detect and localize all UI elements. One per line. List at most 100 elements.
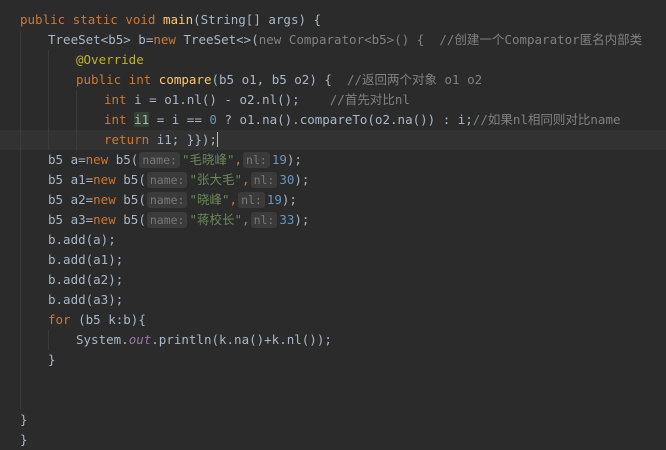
- code-line-current[interactable]: return i1; }});: [0, 130, 666, 150]
- code-text: );: [286, 152, 302, 167]
- code-text: b.add(a2);: [48, 272, 124, 287]
- annotation: @Override: [76, 52, 144, 67]
- code-line[interactable]: }: [0, 430, 666, 450]
- number-literal: 30: [279, 172, 295, 187]
- keyword: new: [153, 32, 184, 47]
- number-literal: 19: [266, 192, 282, 207]
- code-line[interactable]: System.out.println(k.na()+k.nl());: [0, 330, 666, 350]
- comment: //如果nl相同则对比name: [472, 112, 621, 127]
- string-literal: "张大毛": [189, 172, 243, 187]
- indent-guide: [48, 50, 49, 70]
- parameter-hint: name:: [146, 212, 188, 228]
- indent-guide: [76, 130, 77, 150]
- code-line[interactable]: b5 a3=new b5(name: "蒋校长", nl: 33);: [0, 210, 666, 230]
- code-line[interactable]: [0, 370, 666, 390]
- indent-guide: [48, 70, 49, 90]
- code-text: b5(: [123, 192, 146, 207]
- method-name: main: [163, 12, 194, 27]
- code-line[interactable]: b5 a1=new b5(name: "张大毛", nl: 30);: [0, 170, 666, 190]
- indent-guide: [76, 90, 77, 110]
- code-text: b5(: [123, 172, 146, 187]
- indent-guide: [48, 330, 49, 350]
- keyword: new: [93, 192, 124, 207]
- code-text: = i ==: [149, 112, 210, 127]
- indent-guide: [20, 170, 21, 190]
- code-line[interactable]: b.add(a1);: [0, 250, 666, 270]
- comma: ,: [234, 152, 243, 167]
- code-line[interactable]: }: [0, 350, 666, 370]
- code-text: System.: [76, 332, 129, 347]
- code-line[interactable]: b.add(a3);: [0, 290, 666, 310]
- parameter-hint: nl:: [238, 192, 265, 208]
- string-literal: "蒋校长": [189, 212, 243, 227]
- text-caret: [216, 132, 218, 147]
- keyword: int: [104, 92, 135, 107]
- code-text: }: [20, 412, 28, 427]
- code-line[interactable]: for (b5 k:b){: [0, 310, 666, 330]
- indent-guide: [20, 330, 21, 350]
- code-line[interactable]: b.add(a2);: [0, 270, 666, 290]
- parameter-hint: name:: [139, 152, 180, 168]
- keyword: public int: [76, 72, 159, 87]
- code-line[interactable]: [0, 390, 666, 410]
- folded-code[interactable]: new Comparator<b5>() {: [259, 32, 425, 47]
- indent-guide: [20, 350, 21, 370]
- number-literal: 19: [271, 152, 287, 167]
- indent-guide: [20, 90, 21, 110]
- number-literal: 33: [279, 212, 295, 227]
- comma: ,: [242, 172, 250, 187]
- highlighted-identifier[interactable]: i1: [134, 112, 150, 127]
- code-line[interactable]: TreeSet<b5> b=new TreeSet<>(new Comparat…: [0, 30, 666, 50]
- keyword: return: [104, 132, 157, 147]
- parameter-hint: name:: [146, 192, 188, 208]
- comma: ,: [242, 212, 250, 227]
- indent-guide: [20, 370, 21, 390]
- code-text: b5(: [115, 152, 139, 167]
- code-line[interactable]: @Override: [0, 50, 666, 70]
- indent-guide: [20, 390, 21, 410]
- keyword: for: [48, 312, 79, 327]
- keyword: public static void: [20, 12, 163, 27]
- comment: //返回两个对象 o1 o2: [346, 72, 483, 87]
- code-line[interactable]: int i = o1.nl() - o2.nl(); //首先对比nl: [0, 90, 666, 110]
- indent-guide: [76, 110, 77, 130]
- keyword: new: [85, 152, 116, 167]
- indent-guide: [20, 110, 21, 130]
- code-text: (b5 k:b){: [78, 312, 146, 327]
- indent-guide: [20, 190, 21, 210]
- method-name: compare: [158, 72, 212, 87]
- string-literal: "晓峰": [189, 192, 230, 207]
- static-field: out: [128, 332, 152, 347]
- code-text: );: [294, 172, 310, 187]
- code-editor[interactable]: public static void main(String[] args) {…: [0, 0, 666, 447]
- code-text: TreeSet<b5> b=: [48, 32, 154, 47]
- code-line[interactable]: b.add(a);: [0, 230, 666, 250]
- code-text: (String[] args) {: [193, 12, 322, 27]
- code-text: }: [48, 352, 56, 367]
- indent-guide: [20, 50, 21, 70]
- indent-guide: [20, 130, 21, 150]
- parameter-hint: name:: [146, 172, 188, 188]
- indent-guide: [20, 210, 21, 230]
- code-line[interactable]: int i1 = i == 0 ? o1.na().compareTo(o2.n…: [0, 110, 666, 130]
- code-line[interactable]: public int compare(b5 o1, b5 o2) { //返回两…: [0, 70, 666, 90]
- indent-guide: [48, 110, 49, 130]
- code-text: ? o1.na().compareTo(o2.na()) : i;: [216, 112, 473, 127]
- code-text: b5 a=: [48, 152, 86, 167]
- code-text: (b5 o1, b5 o2) {: [211, 72, 347, 87]
- string-literal: "毛晓峰": [181, 152, 235, 167]
- code-line[interactable]: b5 a2=new b5(name: "晓峰", nl: 19);: [0, 190, 666, 210]
- indent-guide: [20, 70, 21, 90]
- keyword: new: [93, 172, 124, 187]
- code-line[interactable]: public static void main(String[] args) {: [0, 10, 666, 30]
- code-text: );: [281, 192, 297, 207]
- code-line[interactable]: }: [0, 410, 666, 430]
- code-text: b.add(a1);: [48, 252, 124, 267]
- indent-guide: [20, 30, 21, 50]
- parameter-hint: nl:: [243, 152, 270, 168]
- keyword: int: [104, 112, 135, 127]
- code-text: }});: [186, 132, 217, 147]
- code-text: i1;: [156, 132, 187, 147]
- code-line[interactable]: b5 a=new b5(name: "毛晓峰", nl: 19);: [0, 150, 666, 170]
